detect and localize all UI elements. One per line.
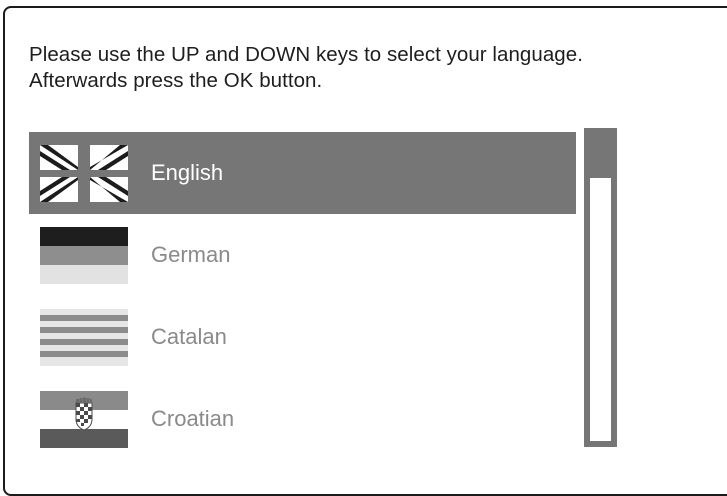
instructions-line-1: Please use the UP and DOWN keys to selec… bbox=[29, 43, 583, 66]
language-label-english: English bbox=[151, 160, 224, 185]
language-item-catalan[interactable]: Catalan bbox=[29, 296, 576, 378]
croatian-flag-icon bbox=[40, 391, 128, 448]
language-list-scrollbar[interactable] bbox=[584, 128, 617, 447]
language-item-german[interactable]: German bbox=[29, 214, 576, 296]
instructions-text: Please use the UP and DOWN keys to selec… bbox=[29, 42, 583, 94]
german-flag-icon bbox=[40, 227, 128, 284]
language-label-catalan: Catalan bbox=[151, 324, 227, 349]
language-item-english[interactable]: English bbox=[29, 132, 576, 214]
catalan-flag-icon bbox=[40, 309, 128, 366]
instructions-line-2: Afterwards press the OK button. bbox=[29, 69, 323, 92]
language-label-croatian: Croatian bbox=[151, 406, 235, 431]
uk-flag-icon bbox=[40, 145, 128, 202]
language-label-german: German bbox=[151, 242, 231, 267]
language-item-croatian[interactable]: Croatian bbox=[29, 378, 576, 460]
scrollbar-track[interactable] bbox=[590, 178, 611, 441]
